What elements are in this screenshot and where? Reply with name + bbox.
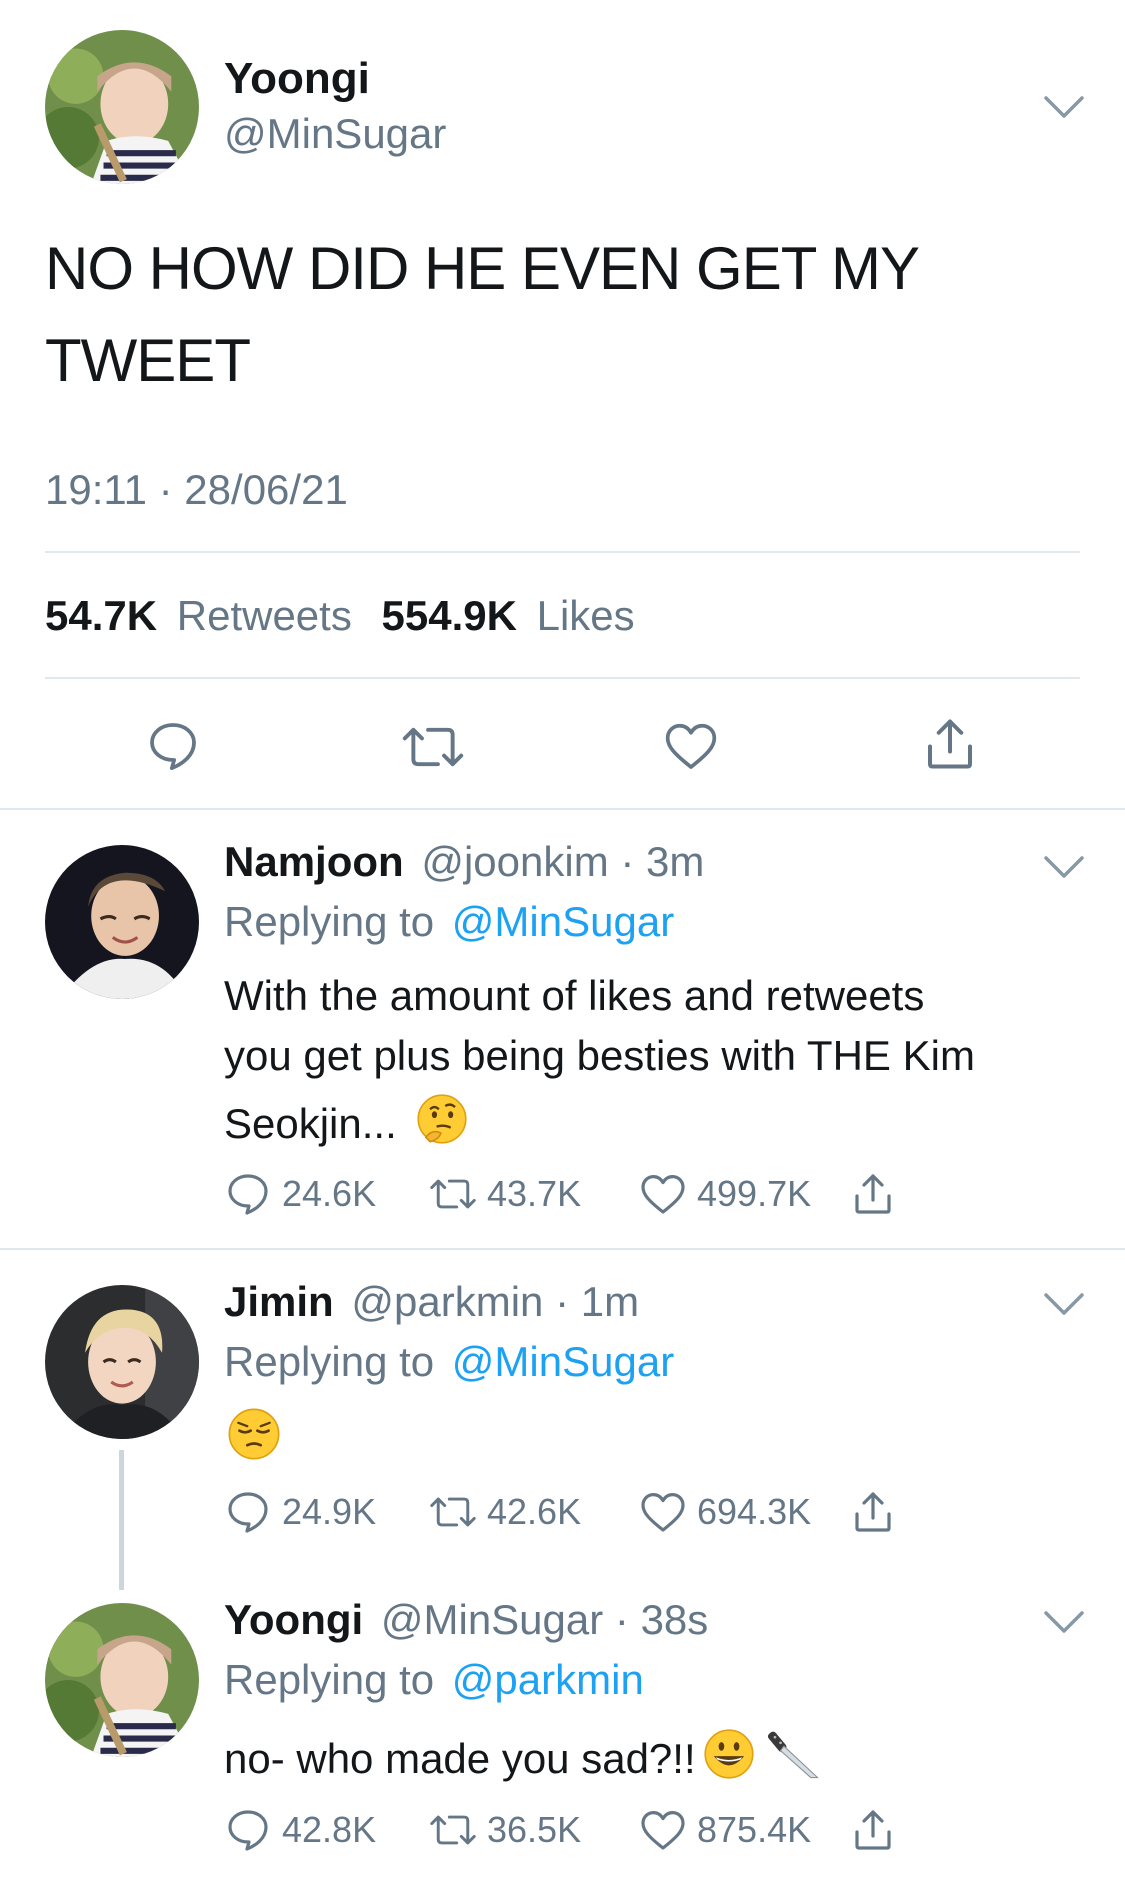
replying-to-link[interactable]: @MinSugar [452, 1338, 674, 1385]
chevron-down-icon[interactable] [1043, 855, 1085, 879]
retweet-button[interactable]: 36.5K [429, 1806, 639, 1854]
reply-text-line: Seokjin... [224, 1100, 397, 1147]
reply-action-bar: 24.9K 42.6K 694.3K [224, 1488, 924, 1536]
reply-action-bar: 24.6K 43.7K 499.7K [224, 1170, 924, 1218]
avatar-yoongi[interactable] [45, 1603, 199, 1757]
reply-header: Jimin @parkmin · 1m [224, 1278, 639, 1326]
reply-text-line: With the amount of likes and retweets [224, 972, 925, 1019]
share-icon[interactable] [849, 1806, 907, 1854]
reply-header: Namjoon @joonkim · 3m [224, 838, 704, 886]
reply-header: Yoongi @MinSugar · 38s [224, 1596, 708, 1644]
reply-text-line: no- who made you sad?!! [224, 1735, 696, 1782]
reply-count: 24.6K [282, 1173, 377, 1214]
retweet-count: 43.7K [487, 1173, 582, 1214]
reply-time[interactable]: · 3m [620, 838, 704, 885]
reply-author-name[interactable]: Jimin [224, 1278, 334, 1325]
replying-to: Replying to @MinSugar [224, 898, 674, 946]
reply-author-handle[interactable]: @joonkim [421, 838, 608, 885]
thread-line [119, 1450, 124, 1590]
reply-text-line: you get plus being besties with THE Kim [224, 1032, 975, 1079]
thinking-face-icon [415, 1092, 469, 1156]
reply-count: 24.9K [282, 1491, 377, 1532]
retweets-count[interactable]: 54.7K [45, 592, 157, 639]
replying-to-link[interactable]: @parkmin [452, 1656, 644, 1703]
retweet-count: 42.6K [487, 1491, 582, 1532]
replying-to-link[interactable]: @MinSugar [452, 898, 674, 945]
likes-count[interactable]: 554.9K [382, 592, 517, 639]
retweet-button[interactable]: 42.6K [429, 1488, 639, 1536]
divider [45, 677, 1080, 679]
reply-time[interactable]: · 1m [555, 1278, 639, 1325]
retweet-icon[interactable] [400, 720, 466, 774]
chevron-down-icon[interactable] [1043, 1610, 1085, 1634]
author-name[interactable]: Yoongi [224, 54, 370, 104]
replying-to-prefix: Replying to [224, 1338, 435, 1385]
avatar-yoongi[interactable] [45, 30, 199, 184]
tweet-timestamp[interactable]: 19:11 · 28/06/21 [45, 466, 348, 514]
tweet-text-line: TWEET [45, 327, 251, 394]
divider [0, 1248, 1125, 1250]
reply-button[interactable]: 42.8K [224, 1806, 429, 1854]
replying-to-prefix: Replying to [224, 1656, 435, 1703]
reply-count: 42.8K [282, 1809, 377, 1850]
retweet-button[interactable]: 43.7K [429, 1170, 639, 1218]
replying-to-prefix: Replying to [224, 898, 435, 945]
like-button[interactable]: 875.4K [639, 1806, 849, 1854]
knife-icon [766, 1726, 822, 1792]
divider [0, 808, 1125, 810]
grinning-face-icon [702, 1727, 756, 1791]
share-icon[interactable] [849, 1488, 907, 1536]
share-icon[interactable] [920, 714, 980, 774]
replying-to: Replying to @parkmin [224, 1656, 644, 1704]
tweet-text-line: NO HOW DID HE EVEN GET MY [45, 235, 920, 302]
reply-button[interactable]: 24.6K [224, 1170, 429, 1218]
chevron-down-icon[interactable] [1043, 95, 1085, 119]
reply-icon[interactable] [144, 718, 202, 774]
likes-label[interactable]: Likes [537, 592, 635, 639]
reply-author-handle[interactable]: @parkmin [351, 1278, 543, 1325]
like-count: 499.7K [697, 1173, 812, 1214]
replying-to: Replying to @MinSugar [224, 1338, 674, 1386]
share-icon[interactable] [849, 1170, 907, 1218]
reply-author-name[interactable]: Namjoon [224, 838, 404, 885]
reply-author-name[interactable]: Yoongi [224, 1596, 363, 1643]
chevron-down-icon[interactable] [1043, 1292, 1085, 1316]
reply-action-bar: 42.8K 36.5K 875.4K [224, 1806, 924, 1854]
like-count: 875.4K [697, 1809, 812, 1850]
like-icon[interactable] [662, 718, 720, 774]
reply-text-line-with-emoji: no- who made you sad?!! [224, 1726, 822, 1792]
reply-text-line-with-emoji: Seokjin... [224, 1092, 469, 1156]
pensive-face-icon [226, 1406, 282, 1467]
avatar-namjoon[interactable] [45, 845, 199, 999]
reply-time[interactable]: · 38s [615, 1596, 708, 1643]
avatar-jimin[interactable] [45, 1285, 199, 1439]
divider [45, 551, 1080, 553]
like-button[interactable]: 499.7K [639, 1170, 849, 1218]
author-handle[interactable]: @MinSugar [224, 110, 446, 158]
retweets-label[interactable]: Retweets [177, 592, 352, 639]
reply-author-handle[interactable]: @MinSugar [381, 1596, 603, 1643]
like-button[interactable]: 694.3K [639, 1488, 849, 1536]
retweet-count: 36.5K [487, 1809, 582, 1850]
like-count: 694.3K [697, 1491, 812, 1532]
engagement-stats: 54.7K Retweets 554.9K Likes [45, 592, 635, 640]
reply-button[interactable]: 24.9K [224, 1488, 429, 1536]
